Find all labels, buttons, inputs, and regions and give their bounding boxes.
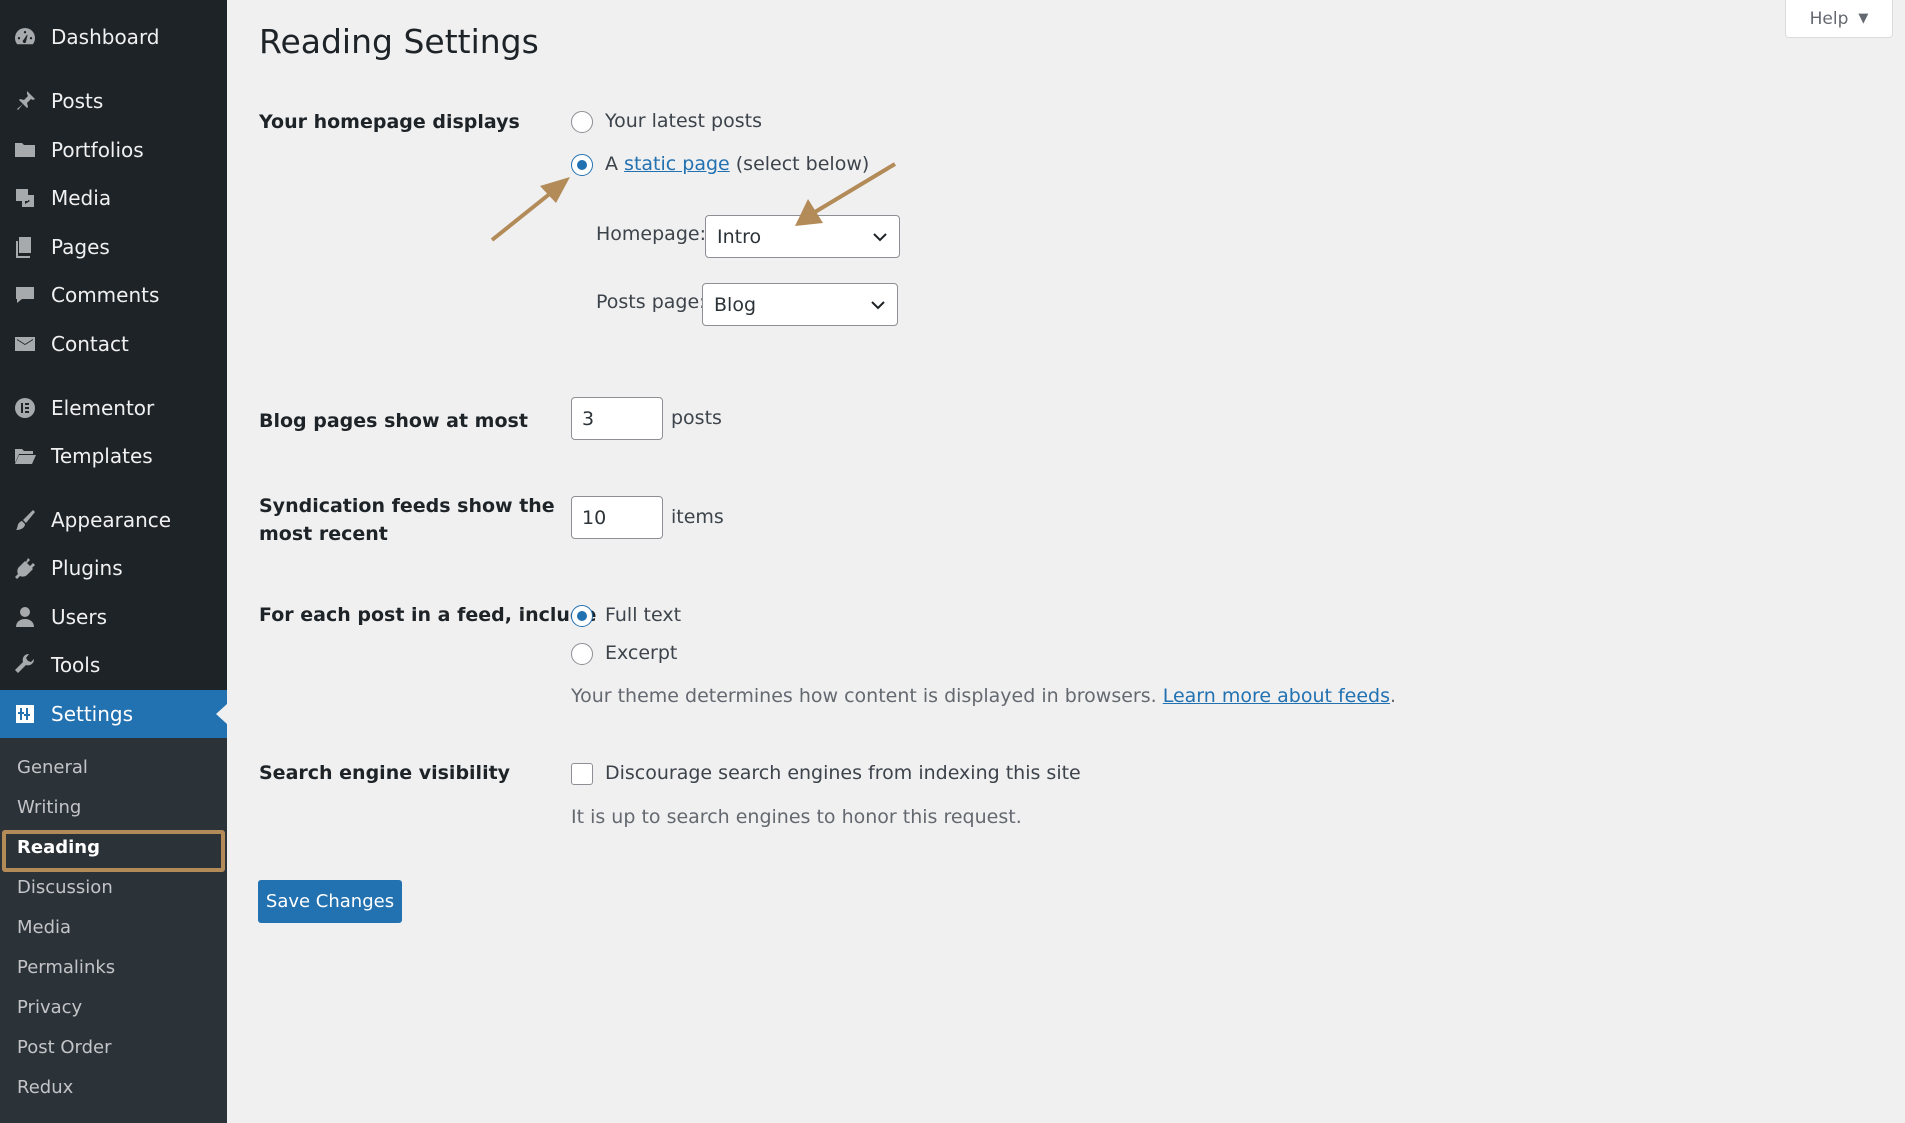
posts-page-select[interactable]: Blog	[702, 283, 898, 326]
sidebar-item-appearance[interactable]: Appearance	[0, 496, 227, 544]
page-title: Reading Settings	[259, 22, 539, 61]
radio-full-text[interactable]	[571, 605, 593, 627]
submenu-item-privacy[interactable]: Privacy	[17, 997, 82, 1018]
sidebar-item-users[interactable]: Users	[0, 593, 227, 641]
sidebar-item-label: Settings	[51, 702, 134, 726]
sidebar-item-label: Tools	[51, 653, 101, 677]
user-icon	[12, 604, 38, 630]
syndication-label-line1: Syndication feeds show the	[259, 495, 555, 517]
main-content: Help ▼ Reading Settings Your homepage di…	[227, 0, 1905, 1123]
sidebar-item-portfolios[interactable]: Portfolios	[0, 126, 227, 174]
submenu-item-reading[interactable]: Reading	[17, 837, 100, 858]
sidebar-item-plugins[interactable]: Plugins	[0, 544, 227, 592]
settings-icon	[12, 701, 38, 727]
sidebar-item-label: Appearance	[51, 508, 172, 532]
admin-sidebar: Dashboard Posts Portfolios Media Pages C…	[0, 0, 227, 1123]
feed-description: Your theme determines how content is dis…	[571, 683, 1396, 709]
sidebar-item-label: Dashboard	[51, 25, 160, 49]
sidebar-item-label: Contact	[51, 332, 129, 356]
homepage-select-value: Intro	[717, 225, 762, 248]
homepage-select[interactable]: Intro	[705, 215, 900, 258]
help-label: Help	[1809, 8, 1849, 29]
posts-page-select-label: Posts page:	[596, 291, 706, 313]
folder-open-icon	[12, 443, 38, 469]
search-visibility-description: It is up to search engines to honor this…	[571, 806, 1022, 828]
search-visibility-label: Search engine visibility	[259, 762, 511, 784]
syndication-label: Syndication feeds show the most recent	[259, 492, 555, 548]
feed-desc-suffix: .	[1390, 685, 1397, 707]
blog-pages-label: Blog pages show at most	[259, 410, 528, 432]
radio-latest-posts[interactable]	[571, 111, 593, 133]
excerpt-label[interactable]: Excerpt	[605, 640, 677, 666]
submenu-item-media[interactable]: Media	[17, 917, 71, 938]
submenu-item-writing[interactable]: Writing	[17, 797, 81, 818]
sidebar-item-tools[interactable]: Tools	[0, 641, 227, 689]
comment-icon	[12, 282, 38, 308]
dashboard-icon	[12, 24, 38, 50]
sidebar-item-posts[interactable]: Posts	[0, 77, 227, 125]
caret-down-icon: ▼	[1858, 11, 1869, 26]
sidebar-item-dashboard[interactable]: Dashboard	[0, 13, 227, 61]
sidebar-item-comments[interactable]: Comments	[0, 271, 227, 319]
feed-desc-text: Your theme determines how content is dis…	[571, 685, 1157, 707]
sidebar-item-label: Elementor	[51, 396, 155, 420]
homepage-displays-label: Your homepage displays	[259, 111, 520, 133]
wrench-icon	[12, 652, 38, 678]
folder-icon	[12, 137, 38, 163]
sidebar-item-media[interactable]: Media	[0, 174, 227, 222]
sidebar-item-pages[interactable]: Pages	[0, 223, 227, 271]
syndication-label-line2: most recent	[259, 523, 388, 545]
active-indicator	[216, 704, 227, 724]
discourage-search-label[interactable]: Discourage search engines from indexing …	[605, 760, 1081, 786]
latest-posts-label[interactable]: Your latest posts	[605, 108, 762, 134]
static-page-option[interactable]: A static page (select below)	[605, 151, 869, 177]
brush-icon	[12, 507, 38, 533]
save-changes-button[interactable]: Save Changes	[258, 880, 402, 923]
sidebar-item-label: Pages	[51, 235, 110, 259]
help-tab-button[interactable]: Help ▼	[1785, 0, 1893, 38]
radio-static-page[interactable]	[571, 154, 593, 176]
feed-include-label: For each post in a feed, include	[259, 604, 597, 626]
submenu-item-permalinks[interactable]: Permalinks	[17, 957, 115, 978]
blog-pages-input[interactable]	[571, 397, 663, 440]
discourage-search-checkbox[interactable]	[571, 763, 593, 785]
sidebar-item-elementor[interactable]: Elementor	[0, 384, 227, 432]
blog-pages-unit: posts	[671, 407, 722, 429]
submenu-item-discussion[interactable]: Discussion	[17, 877, 113, 898]
learn-more-feeds-link[interactable]: Learn more about feeds	[1163, 685, 1390, 707]
submenu-item-redux[interactable]: Redux	[17, 1077, 73, 1098]
static-prefix: A	[605, 153, 618, 175]
static-page-link[interactable]: static page	[624, 153, 730, 175]
syndication-input[interactable]	[571, 496, 663, 539]
sidebar-item-label: Templates	[51, 444, 153, 468]
sidebar-item-label: Posts	[51, 89, 104, 113]
syndication-unit: items	[671, 506, 724, 528]
sidebar-item-label: Plugins	[51, 556, 123, 580]
static-suffix: (select below)	[735, 153, 870, 175]
sidebar-item-settings[interactable]: Settings	[0, 690, 227, 738]
elementor-icon	[12, 395, 38, 421]
mail-icon	[12, 331, 38, 357]
submenu-item-general[interactable]: General	[17, 757, 88, 778]
homepage-select-label: Homepage:	[596, 223, 706, 245]
radio-excerpt[interactable]	[571, 643, 593, 665]
posts-page-select-value: Blog	[714, 293, 756, 316]
submenu-item-post-order[interactable]: Post Order	[17, 1037, 112, 1058]
sidebar-item-label: Users	[51, 605, 108, 629]
full-text-label[interactable]: Full text	[605, 602, 681, 628]
media-icon	[12, 185, 38, 211]
sidebar-item-label: Comments	[51, 283, 160, 307]
chevron-down-icon	[871, 228, 889, 246]
sidebar-item-label: Media	[51, 186, 112, 210]
pages-icon	[12, 234, 38, 260]
pin-icon	[12, 88, 38, 114]
sidebar-item-templates[interactable]: Templates	[0, 432, 227, 480]
plug-icon	[12, 555, 38, 581]
sidebar-item-contact[interactable]: Contact	[0, 320, 227, 368]
chevron-down-icon	[869, 296, 887, 314]
sidebar-item-label: Portfolios	[51, 138, 144, 162]
